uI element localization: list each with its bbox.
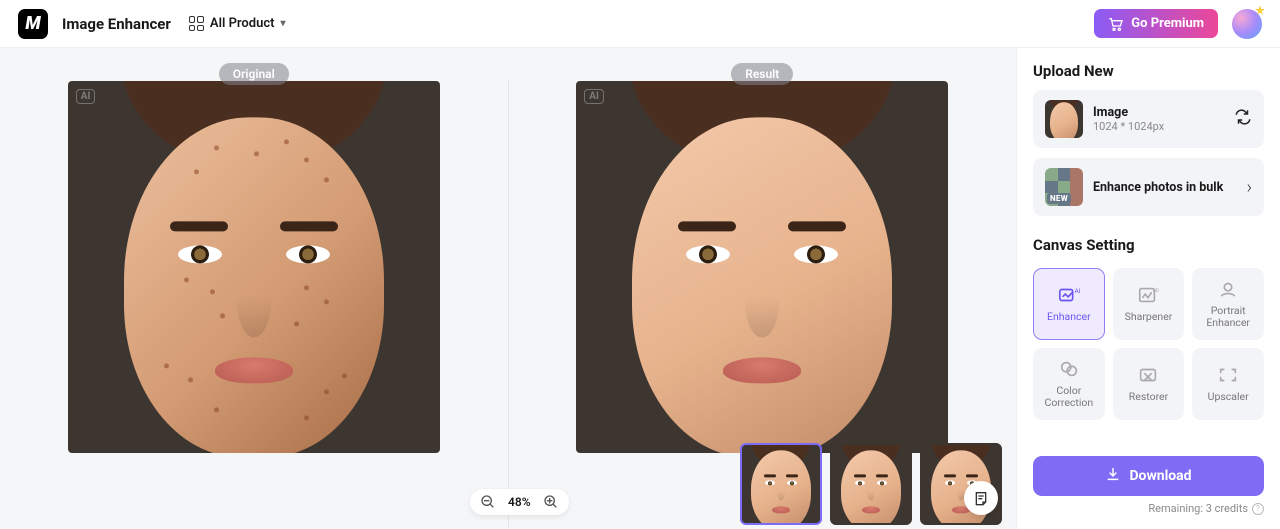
svg-text:HD: HD bbox=[1153, 288, 1159, 294]
canvas-setting-title: Canvas Setting bbox=[1033, 236, 1264, 254]
restorer-icon bbox=[1137, 365, 1159, 385]
all-product-label: All Product bbox=[210, 16, 275, 31]
sidebar: Upload New Image 1024 * 1024px NEW bbox=[1016, 48, 1280, 529]
tool-color-correction[interactable]: Color Correction bbox=[1033, 348, 1105, 420]
tool-portrait-enhancer[interactable]: Portrait Enhancer bbox=[1192, 268, 1264, 340]
canvas-area: Original AI bbox=[0, 48, 1016, 529]
help-icon[interactable]: ? bbox=[1252, 503, 1264, 515]
tool-upscaler[interactable]: Upscaler bbox=[1192, 348, 1264, 420]
result-thumbnail[interactable] bbox=[740, 443, 822, 525]
original-badge: Original bbox=[219, 63, 289, 85]
tool-label: Upscaler bbox=[1208, 391, 1249, 403]
remaining-credits: Remaining: 3 credits ? bbox=[1033, 502, 1264, 515]
bulk-label: Enhance photos in bulk bbox=[1093, 180, 1237, 195]
notes-button[interactable] bbox=[964, 481, 998, 515]
zoom-level: 48% bbox=[508, 495, 531, 509]
tool-grid: AI Enhancer HD Sharpener bbox=[1033, 268, 1264, 420]
grid-icon bbox=[189, 16, 204, 31]
zoom-in-button[interactable] bbox=[541, 492, 561, 512]
tool-label: Color Correction bbox=[1037, 385, 1101, 409]
tool-restorer[interactable]: Restorer bbox=[1113, 348, 1185, 420]
result-panel: Result AI bbox=[509, 81, 1017, 529]
svg-text:AI: AI bbox=[1074, 287, 1080, 295]
tool-label: Sharpener bbox=[1125, 311, 1173, 323]
go-premium-label: Go Premium bbox=[1131, 16, 1204, 31]
upload-title: Upload New bbox=[1033, 62, 1264, 80]
swap-image-icon[interactable] bbox=[1234, 108, 1252, 130]
result-thumbnail[interactable] bbox=[830, 443, 912, 525]
upscaler-icon bbox=[1217, 365, 1239, 385]
image-thumbnail bbox=[1045, 100, 1083, 138]
zoom-out-button[interactable] bbox=[478, 492, 498, 512]
app-logo: M bbox=[18, 9, 48, 39]
enhancer-icon: AI bbox=[1058, 285, 1080, 305]
current-image-card[interactable]: Image 1024 * 1024px bbox=[1033, 90, 1264, 148]
portrait-icon bbox=[1217, 279, 1239, 299]
go-premium-button[interactable]: Go Premium bbox=[1094, 9, 1218, 38]
color-icon bbox=[1058, 359, 1080, 379]
tool-label: Enhancer bbox=[1047, 311, 1091, 323]
all-product-dropdown[interactable]: All Product ▾ bbox=[189, 16, 286, 31]
download-button[interactable]: Download bbox=[1033, 456, 1264, 496]
download-label: Download bbox=[1129, 468, 1191, 484]
bulk-enhance-card[interactable]: NEW Enhance photos in bulk › bbox=[1033, 158, 1264, 216]
image-dimensions: 1024 * 1024px bbox=[1093, 120, 1224, 133]
sharpener-icon: HD bbox=[1137, 285, 1159, 305]
chevron-down-icon: ▾ bbox=[281, 18, 286, 29]
tool-sharpener[interactable]: HD Sharpener bbox=[1113, 268, 1185, 340]
zoom-controls: 48% bbox=[470, 489, 569, 515]
new-tag: NEW bbox=[1047, 193, 1071, 204]
image-label: Image bbox=[1093, 105, 1224, 120]
app-title: Image Enhancer bbox=[62, 15, 171, 33]
chevron-right-icon: › bbox=[1247, 177, 1252, 198]
app-header: M Image Enhancer All Product ▾ Go Premiu… bbox=[0, 0, 1280, 48]
tool-label: Restorer bbox=[1129, 391, 1168, 403]
result-badge: Result bbox=[731, 63, 793, 85]
bulk-thumbnail: NEW bbox=[1045, 168, 1083, 206]
result-thumbnails bbox=[740, 443, 1002, 525]
download-icon bbox=[1105, 466, 1121, 486]
user-avatar[interactable] bbox=[1232, 9, 1262, 39]
original-image[interactable]: AI bbox=[68, 81, 440, 453]
tool-label: Portrait Enhancer bbox=[1196, 305, 1260, 329]
original-panel: Original AI bbox=[0, 81, 509, 529]
result-image[interactable]: AI bbox=[576, 81, 948, 453]
cart-icon bbox=[1108, 17, 1124, 31]
tool-enhancer[interactable]: AI Enhancer bbox=[1033, 268, 1105, 340]
